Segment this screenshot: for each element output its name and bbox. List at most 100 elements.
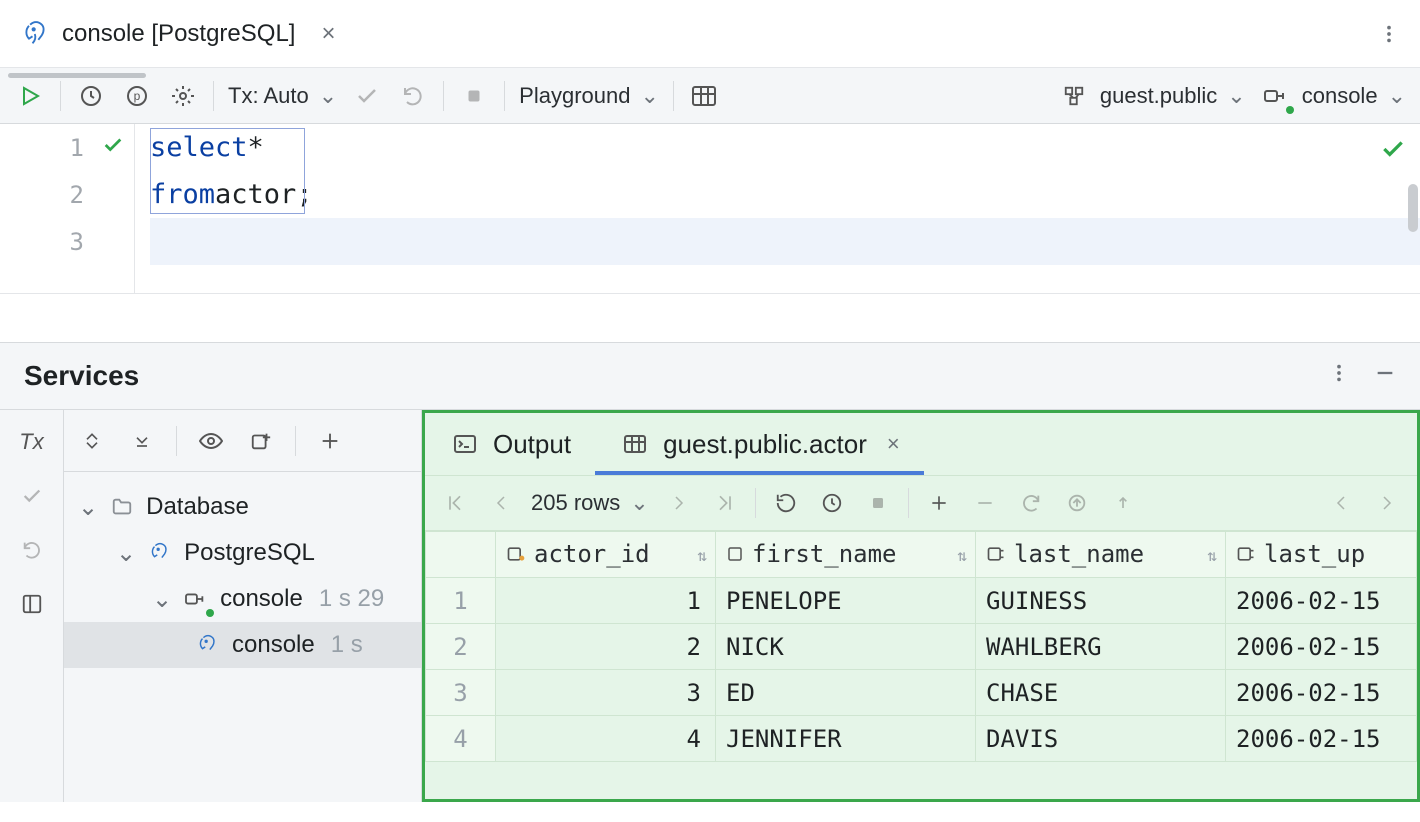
cell-last-update[interactable]: 2006-02-15 xyxy=(1226,578,1417,624)
column-header-first-name[interactable]: first_name ⇅ xyxy=(716,532,976,578)
more-icon[interactable] xyxy=(1328,362,1350,391)
expand-all-icon[interactable] xyxy=(76,425,108,457)
services-panel-body: Tx ⌄ Database ⌄ PostgreSQL xyxy=(0,410,1420,802)
cell-first-name[interactable]: ED xyxy=(716,670,976,716)
cell-actor-id[interactable]: 2 xyxy=(496,624,716,670)
services-rail: Tx xyxy=(0,410,64,802)
nav-forward-icon[interactable] xyxy=(1371,487,1403,519)
commit-icon[interactable] xyxy=(16,480,48,512)
explain-plan-icon[interactable]: p xyxy=(121,80,153,112)
next-page-icon[interactable] xyxy=(663,487,695,519)
rollback-icon[interactable] xyxy=(397,80,429,112)
new-session-icon[interactable] xyxy=(245,425,277,457)
minimize-icon[interactable] xyxy=(1374,362,1396,391)
cell-first-name[interactable]: NICK xyxy=(716,624,976,670)
chevron-down-icon: ⌄ xyxy=(116,539,136,568)
results-tab-data[interactable]: guest.public.actor × xyxy=(595,413,924,475)
cell-first-name[interactable]: PENELOPE xyxy=(716,578,976,624)
editor-code[interactable]: select * from actor; xyxy=(135,124,1420,293)
datasource-chooser[interactable]: console ⌄ xyxy=(1260,80,1406,112)
stop-icon[interactable] xyxy=(458,80,490,112)
cell-actor-id[interactable]: 1 xyxy=(496,578,716,624)
last-page-icon[interactable] xyxy=(709,487,741,519)
cell-last-name[interactable]: WAHLBERG xyxy=(976,624,1226,670)
auto-refresh-icon[interactable] xyxy=(816,487,848,519)
cell-last-update[interactable]: 2006-02-15 xyxy=(1226,670,1417,716)
commit-icon[interactable] xyxy=(351,80,383,112)
history-icon[interactable] xyxy=(75,80,107,112)
code-line[interactable]: select * xyxy=(150,124,1420,171)
tree-node-console-leaf[interactable]: console 1 s xyxy=(64,622,421,668)
file-tab-console[interactable]: console [PostgreSQL] × xyxy=(8,8,353,60)
table-row[interactable]: 4 4 JENNIFER DAVIS 2006-02-15 xyxy=(426,716,1417,762)
services-tree[interactable]: ⌄ Database ⌄ PostgreSQL ⌄ console 1 s 29… xyxy=(64,472,421,802)
cell-actor-id[interactable]: 3 xyxy=(496,670,716,716)
column-header-last-name[interactable]: last_name ⇅ xyxy=(976,532,1226,578)
rollback-icon[interactable] xyxy=(16,534,48,566)
cell-last-name[interactable]: DAVIS xyxy=(976,716,1226,762)
sort-icon[interactable]: ⇅ xyxy=(697,546,707,565)
settings-icon[interactable] xyxy=(167,80,199,112)
scrollbar-thumb[interactable] xyxy=(1408,184,1418,232)
table-view-icon[interactable] xyxy=(688,80,720,112)
tree-node-postgresql[interactable]: ⌄ PostgreSQL xyxy=(64,530,421,576)
cell-last-name[interactable]: CHASE xyxy=(976,670,1226,716)
data-grid[interactable]: actor_id ⇅ first_name ⇅ xyxy=(425,531,1417,799)
rowcount-dropdown[interactable]: 205 rows ⌄ xyxy=(531,490,649,516)
chevron-down-icon: ⌄ xyxy=(1388,83,1406,109)
corner-cell[interactable] xyxy=(426,532,496,578)
code-text: ; xyxy=(296,179,312,210)
cell-actor-id[interactable]: 4 xyxy=(496,716,716,762)
editor-toolbar: p Tx: Auto ⌄ Playground ⌄ guest.public ⌄ xyxy=(0,68,1420,124)
add-row-icon[interactable] xyxy=(923,487,955,519)
run-icon[interactable] xyxy=(14,80,46,112)
stop-icon[interactable] xyxy=(862,487,894,519)
keyword: from xyxy=(150,179,215,210)
sql-editor[interactable]: 1 2 3 select * from actor; xyxy=(0,124,1420,294)
collapse-all-icon[interactable] xyxy=(126,425,158,457)
close-icon[interactable]: × xyxy=(321,20,335,48)
results-tab-output[interactable]: Output xyxy=(425,413,595,475)
table-row[interactable]: 3 3 ED CHASE 2006-02-15 xyxy=(426,670,1417,716)
sort-icon[interactable]: ⇅ xyxy=(957,546,967,565)
results-pane: Output guest.public.actor × 205 rows ⌄ xyxy=(422,410,1420,802)
transaction-mode-dropdown[interactable]: Tx: Auto ⌄ xyxy=(228,83,337,109)
visibility-icon[interactable] xyxy=(195,425,227,457)
code-line[interactable]: from actor; xyxy=(150,171,1420,218)
services-tree-panel: ⌄ Database ⌄ PostgreSQL ⌄ console 1 s 29… xyxy=(64,410,422,802)
table-row[interactable]: 1 1 PENELOPE GUINESS 2006-02-15 xyxy=(426,578,1417,624)
prev-page-icon[interactable] xyxy=(485,487,517,519)
first-page-icon[interactable] xyxy=(439,487,471,519)
services-panel-header: Services xyxy=(0,342,1420,410)
add-icon[interactable] xyxy=(314,425,346,457)
cell-last-name[interactable]: GUINESS xyxy=(976,578,1226,624)
column-header-last-update[interactable]: last_up xyxy=(1226,532,1417,578)
inspection-ok-icon[interactable] xyxy=(1380,136,1406,166)
tree-node-console[interactable]: ⌄ console 1 s 29 xyxy=(64,576,421,622)
sort-icon[interactable]: ⇅ xyxy=(1207,546,1217,565)
nav-back-icon[interactable] xyxy=(1325,487,1357,519)
playground-dropdown[interactable]: Playground ⌄ xyxy=(519,83,659,109)
cell-last-update[interactable]: 2006-02-15 xyxy=(1226,716,1417,762)
table-row[interactable]: 2 2 NICK WAHLBERG 2006-02-15 xyxy=(426,624,1417,670)
separator xyxy=(213,81,214,111)
upload-icon[interactable] xyxy=(1107,487,1139,519)
more-icon[interactable] xyxy=(1370,15,1408,53)
code-line[interactable] xyxy=(150,218,1420,265)
schema-chooser[interactable]: guest.public ⌄ xyxy=(1058,80,1246,112)
cell-last-update[interactable]: 2006-02-15 xyxy=(1226,624,1417,670)
refresh-icon[interactable] xyxy=(770,487,802,519)
layout-icon[interactable] xyxy=(16,588,48,620)
tree-node-database[interactable]: ⌄ Database xyxy=(64,484,421,530)
header-row: actor_id ⇅ first_name ⇅ xyxy=(426,532,1417,578)
tree-label: console xyxy=(220,585,303,613)
cell-first-name[interactable]: JENNIFER xyxy=(716,716,976,762)
tx-label: Tx: Auto xyxy=(228,83,309,109)
submit-icon[interactable] xyxy=(1061,487,1093,519)
remove-row-icon[interactable] xyxy=(969,487,1001,519)
tx-icon[interactable]: Tx xyxy=(16,426,48,458)
revert-icon[interactable] xyxy=(1015,487,1047,519)
column-header-actor-id[interactable]: actor_id ⇅ xyxy=(496,532,716,578)
close-icon[interactable]: × xyxy=(887,431,900,457)
column-label: actor_id xyxy=(534,540,650,568)
